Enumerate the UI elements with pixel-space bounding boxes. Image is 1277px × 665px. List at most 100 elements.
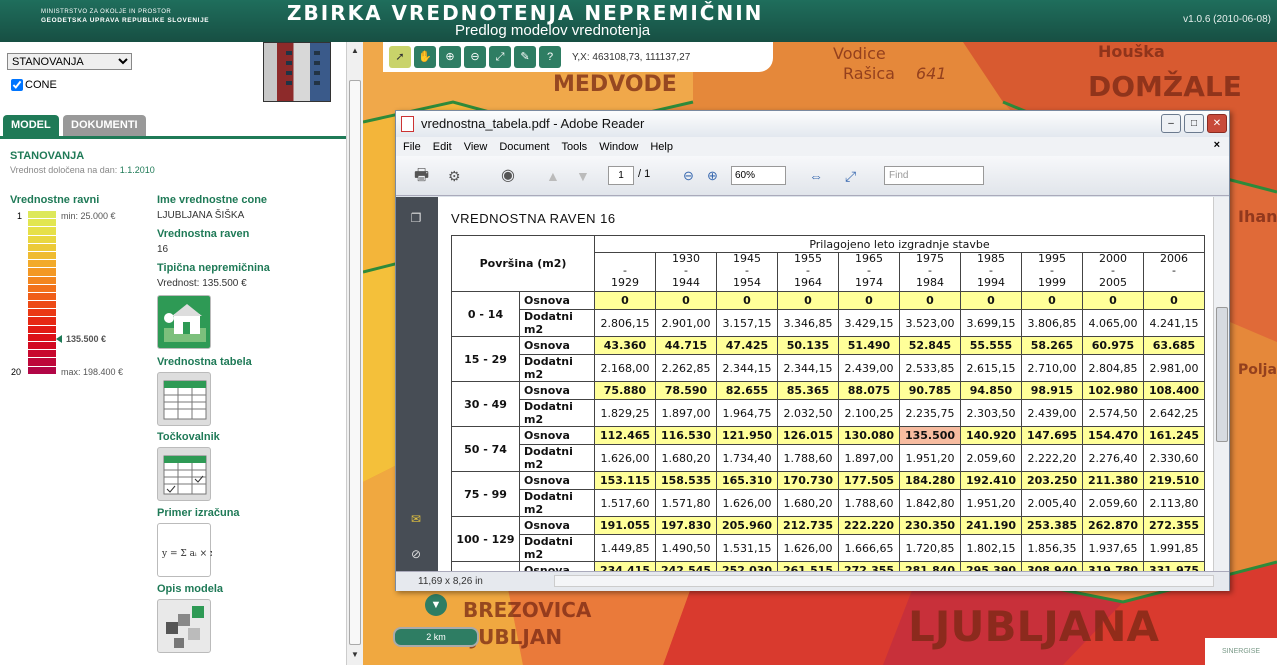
additional-value-cell: 2.059,60: [1082, 489, 1144, 517]
base-value-cell: 191.055: [594, 516, 656, 535]
attachments-icon[interactable]: ⊘: [407, 547, 425, 563]
base-value-cell: 308.940: [1021, 561, 1083, 571]
base-value-cell: 272.355: [838, 561, 900, 571]
scale-step: [28, 284, 56, 293]
layer-select[interactable]: STANOVANJA: [7, 53, 132, 70]
additional-value-cell: 2.005,40: [1021, 489, 1083, 517]
additional-value-cell: 1.788,60: [838, 489, 900, 517]
scroll-thumb[interactable]: [349, 80, 361, 645]
tab-dokumenti[interactable]: DOKUMENTI: [63, 115, 146, 136]
select-tool-icon[interactable]: ➚: [389, 46, 411, 68]
pages-panel-icon[interactable]: ❐: [407, 211, 425, 227]
measure-icon[interactable]: ✎: [514, 46, 536, 68]
additional-value-cell: 2.262,85: [655, 354, 717, 382]
base-value-cell: 242.545: [655, 561, 717, 571]
date-label: Vrednost določena na dan: 1.1.2010: [10, 165, 155, 175]
reader-titlebar[interactable]: vrednostna_tabela.pdf - Adobe Reader – □…: [396, 111, 1229, 137]
value-table: Površina (m2) Prilagojeno leto izgradnje …: [451, 235, 1205, 571]
row-type-label: Dodatni m2: [519, 489, 595, 517]
additional-value-cell: 2.303,50: [960, 399, 1022, 427]
print-icon[interactable]: 🖶: [414, 165, 429, 187]
page-number-input[interactable]: 1: [608, 166, 634, 185]
scale-step: [28, 366, 56, 375]
reader-vscroll[interactable]: [1213, 197, 1229, 571]
period-header: 1985-1994: [960, 252, 1022, 292]
tockovalnik-icon[interactable]: [157, 447, 211, 501]
menu-document[interactable]: Document: [499, 141, 549, 153]
base-value-cell: 331.975: [1143, 561, 1205, 571]
scale-step: [28, 276, 56, 285]
find-input[interactable]: Find: [884, 166, 984, 185]
zoom-select[interactable]: 60%: [731, 166, 786, 185]
help-icon[interactable]: ?: [539, 46, 561, 68]
period-header: 1965-1974: [838, 252, 900, 292]
additional-value-cell: 1.937,65: [1082, 534, 1144, 562]
zoom-in-icon[interactable]: ⊕: [439, 46, 461, 68]
scroll-down-icon[interactable]: ▼: [349, 649, 361, 661]
area-cell: 0 - 14: [451, 291, 520, 337]
scale-step: [28, 251, 56, 261]
menu-tools[interactable]: Tools: [562, 141, 588, 153]
zoom-extent-icon[interactable]: ⤢: [489, 46, 511, 68]
menu-edit[interactable]: Edit: [433, 141, 452, 153]
pan-tool-icon[interactable]: ✋: [414, 46, 436, 68]
value-table-icon[interactable]: [157, 372, 211, 426]
page-up-icon[interactable]: ▲: [546, 165, 560, 187]
tockovalnik-title: Točkovalnik: [157, 431, 220, 443]
base-value-cell: 177.505: [838, 471, 900, 490]
area-cell: 50 - 74: [451, 426, 520, 472]
base-value-cell: 82.655: [716, 381, 778, 400]
menu-view[interactable]: View: [464, 141, 488, 153]
row-type-label: Osnova: [519, 561, 595, 571]
cone-checkbox-input[interactable]: [11, 79, 23, 91]
row-type-label: Osnova: [519, 471, 595, 490]
period-line: 1994: [977, 276, 1005, 289]
additional-value-cell: 1.897,00: [838, 444, 900, 472]
additional-value-cell: 1.991,85: [1143, 534, 1205, 562]
additional-value-cell: 2.344,15: [716, 354, 778, 382]
document-close-icon[interactable]: ×: [1214, 139, 1220, 151]
period-line: 2005: [1099, 276, 1127, 289]
base-value-cell: 0: [1082, 291, 1144, 310]
map-label-ljubljana: LJUBLJANA: [908, 602, 1160, 651]
close-icon[interactable]: ✕: [1207, 114, 1227, 133]
menu-help[interactable]: Help: [650, 141, 673, 153]
row-type-label: Osnova: [519, 336, 595, 355]
left-panel-scrollbar[interactable]: ▲ ▼: [346, 42, 363, 665]
scroll-up-icon[interactable]: ▲: [349, 45, 361, 57]
reader-hscroll[interactable]: [554, 575, 1214, 587]
model-description-icon[interactable]: [157, 599, 211, 653]
legend-bottom-index: 20: [11, 367, 22, 377]
share-icon[interactable]: ⚙: [448, 165, 461, 187]
zoom-out-reader-icon[interactable]: ⊖: [683, 165, 694, 187]
additional-value-cell: 3.429,15: [838, 309, 900, 337]
menu-file[interactable]: File: [403, 141, 421, 153]
levels-title: Vrednostne ravni: [10, 194, 100, 206]
collapse-icon[interactable]: ▼: [425, 594, 447, 616]
additional-value-cell: 2.032,50: [777, 399, 839, 427]
menu-window[interactable]: Window: [599, 141, 638, 153]
typical-property-icon[interactable]: [157, 295, 211, 349]
additional-value-cell: 2.901,00: [655, 309, 717, 337]
collaborate-icon[interactable]: ◉: [501, 165, 515, 187]
formula-icon[interactable]: y = Σ aᵢ × xᵢ: [157, 523, 217, 577]
reader-sidebar: ❐ ✉ ⊘: [396, 197, 438, 571]
base-value-cell: 0: [899, 291, 961, 310]
fit-page-icon[interactable]: ⤢: [845, 165, 856, 187]
document-heading: VREDNOSTNA RAVEN 16: [451, 211, 616, 226]
page-down-icon[interactable]: ▼: [576, 165, 590, 187]
row-type-label: Osnova: [519, 516, 595, 535]
comments-icon[interactable]: ✉: [407, 512, 425, 528]
base-value-cell: 112.465: [594, 426, 656, 445]
maximize-icon[interactable]: □: [1184, 114, 1204, 133]
minimize-icon[interactable]: –: [1161, 114, 1181, 133]
additional-value-cell: 2.574,50: [1082, 399, 1144, 427]
tab-model[interactable]: MODEL: [3, 115, 59, 136]
fit-width-icon[interactable]: ⇔: [809, 165, 823, 187]
zoom-out-icon[interactable]: ⊖: [464, 46, 486, 68]
cone-checkbox[interactable]: CONE: [11, 79, 57, 91]
reader-scroll-thumb[interactable]: [1216, 307, 1228, 442]
period-header: 1995-1999: [1021, 252, 1083, 292]
base-value-cell: 170.730: [777, 471, 839, 490]
zoom-in-reader-icon[interactable]: ⊕: [707, 165, 718, 187]
